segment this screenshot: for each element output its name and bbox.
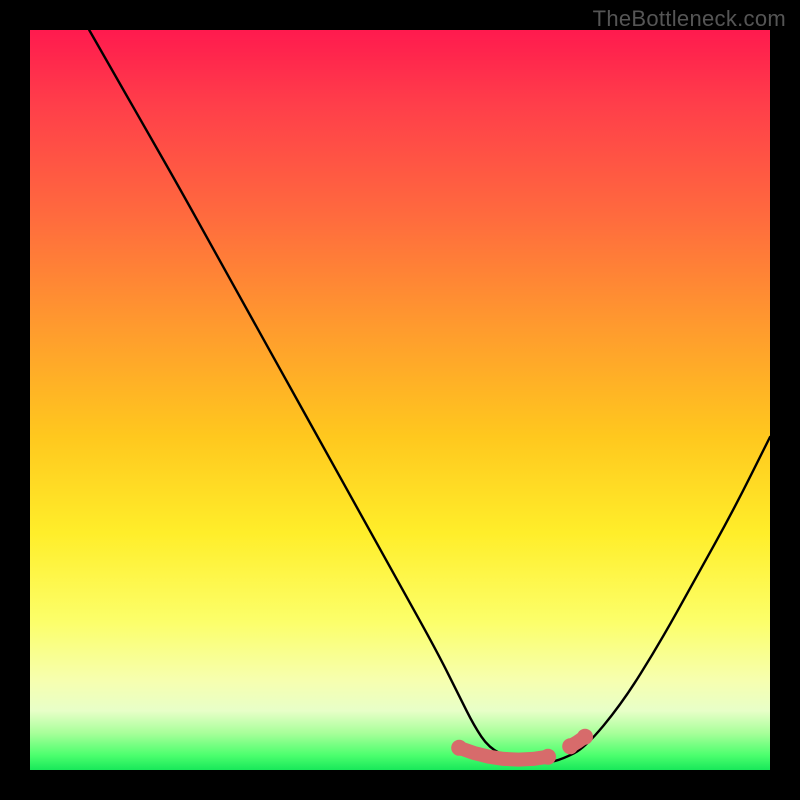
watermark-label: TheBottleneck.com [593,6,786,32]
marker-dot [577,729,593,745]
chart-frame: TheBottleneck.com [0,0,800,800]
marker-dot [451,740,467,756]
plot-area [30,30,770,770]
marker-dot [562,738,578,754]
curve-overlay [30,30,770,770]
bottleneck-curve [89,30,770,763]
marker-cluster-left [451,740,556,765]
marker-dot [540,749,556,765]
marker-segment [459,748,548,760]
